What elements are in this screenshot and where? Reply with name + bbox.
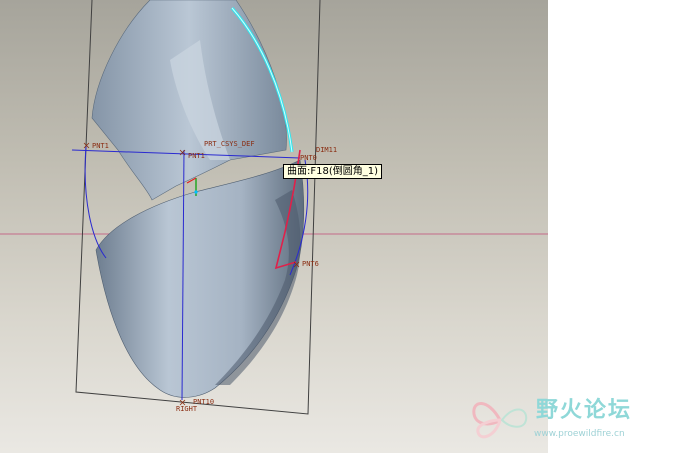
forum-watermark: 野火论坛 www.proewildfire.cn xyxy=(468,388,680,453)
datum-label-csys: PRT_CSYS_DEF xyxy=(204,140,255,148)
lower-surface[interactable] xyxy=(95,159,305,398)
datum-label-dim: DIM11 xyxy=(316,146,337,154)
stage: PNT1 PNT1 PNT0 PNT6 PNT10 RIGHT PRT_CSYS… xyxy=(0,0,680,453)
watermark-title: 野火论坛 xyxy=(536,398,633,423)
datum-label-pnt6: PNT6 xyxy=(302,260,319,268)
datum-label-pnt1: PNT1 xyxy=(92,142,109,150)
watermark-url: www.proewildfire.cn xyxy=(534,429,625,439)
graphics-viewport[interactable]: PNT1 PNT1 PNT0 PNT6 PNT10 RIGHT PRT_CSYS… xyxy=(0,0,548,453)
surface-tooltip: 曲面:F18(倒圆角_1) xyxy=(283,164,383,179)
butterfly-logo-icon xyxy=(472,402,528,439)
model-scene[interactable]: PNT1 PNT1 PNT0 PNT6 PNT10 RIGHT PRT_CSYS… xyxy=(0,0,548,453)
csys-origin xyxy=(194,190,198,194)
datum-label-pnt0: PNT0 xyxy=(300,154,317,162)
datum-label-pnt-top: PNT1 xyxy=(188,152,205,160)
datum-label-right: RIGHT xyxy=(176,405,198,413)
